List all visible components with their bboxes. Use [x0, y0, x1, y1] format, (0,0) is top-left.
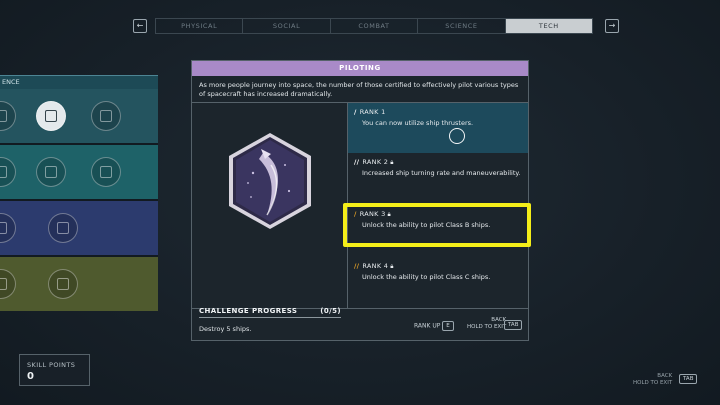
rank-1-row[interactable]: / RANK 1 You can now utilize ship thruste… [348, 103, 528, 153]
rank-up-key: E [442, 321, 454, 331]
skill-icon[interactable] [0, 269, 16, 299]
skill-tier-1 [0, 89, 158, 143]
next-tab-key[interactable]: → [605, 19, 619, 33]
category-tabbar: ← PHYSICAL SOCIAL COMBAT SCIENCE TECH → [0, 18, 720, 34]
rank-4-bars-icon: // [354, 262, 360, 270]
cursor-circle-icon [449, 128, 465, 144]
skill-points-value: 0 [27, 371, 34, 382]
skill-icon[interactable] [48, 213, 78, 243]
lock-icon: 🔒︎ [390, 159, 394, 166]
skill-title: PILOTING [192, 61, 528, 76]
rank-up-label: RANK UP [414, 322, 441, 330]
skill-tier-2 [0, 145, 158, 199]
rank-3-highlight [343, 203, 531, 247]
skill-points-label: SKILL POINTS [27, 361, 76, 369]
rank-1-text: You can now utilize ship thrusters. [362, 119, 474, 127]
skill-icon[interactable] [0, 101, 16, 131]
rank-1-bars-icon: / [354, 108, 357, 116]
corner-back-label: BACK [657, 373, 673, 379]
corner-back-key[interactable]: TAB [679, 374, 698, 384]
lock-icon: 🔒︎ [390, 263, 394, 270]
skill-tier-4 [0, 257, 158, 311]
rank-4-text: Unlock the ability to pilot Class C ship… [362, 273, 491, 281]
prev-tab-key[interactable]: ← [133, 19, 147, 33]
skill-tier-3 [0, 201, 158, 255]
skill-icon[interactable] [91, 101, 121, 131]
skill-icon[interactable] [91, 157, 121, 187]
skill-icon-selected[interactable] [36, 101, 66, 131]
skill-icon[interactable] [48, 269, 78, 299]
category-tabs: PHYSICAL SOCIAL COMBAT SCIENCE TECH [155, 18, 593, 34]
hold-to-exit-label: HOLD TO EXIT [467, 324, 507, 330]
corner-back-hint[interactable]: BACK HOLD TO EXIT [633, 373, 672, 387]
back-label: BACK [491, 317, 507, 323]
rank-4-row[interactable]: //RANK 4 🔒︎ Unlock the ability to pilot C… [348, 257, 528, 308]
tab-science[interactable]: SCIENCE [418, 19, 506, 33]
skill-icon[interactable] [36, 157, 66, 187]
corner-hold-label: HOLD TO EXIT [633, 380, 673, 386]
rank-2-label: RANK 2 [362, 158, 389, 166]
skill-points-box: SKILL POINTS 0 [19, 354, 90, 386]
skill-detail-panel: PILOTING As more people journey into spa… [191, 60, 529, 341]
skill-column-header: ENCE [0, 75, 158, 89]
tab-social[interactable]: SOCIAL [243, 19, 331, 33]
tab-combat[interactable]: COMBAT [331, 19, 419, 33]
rank-2-row[interactable]: //RANK 2 🔒︎ Increased ship turning rate a… [348, 153, 528, 205]
rank-4-label: RANK 4 [362, 262, 389, 270]
piloting-badge-icon [227, 131, 313, 231]
tab-tech[interactable]: TECH [505, 19, 593, 33]
rank-2-text: Increased ship turning rate and maneuver… [362, 169, 521, 177]
skill-icon[interactable] [0, 213, 16, 243]
rank-1-label: RANK 1 [359, 108, 386, 116]
back-key[interactable]: TAB [504, 320, 523, 330]
skill-icon[interactable] [0, 157, 16, 187]
rank-2-bars-icon: // [354, 158, 360, 166]
rank-up-hint[interactable]: RANK UP E [414, 321, 454, 331]
back-hint[interactable]: BACK HOLD TO EXIT [467, 317, 506, 331]
tab-physical[interactable]: PHYSICAL [156, 19, 244, 33]
panel-footer: RANK UP E BACK HOLD TO EXIT TAB [192, 309, 528, 340]
skill-description: As more people journey into space, the n… [199, 81, 519, 98]
